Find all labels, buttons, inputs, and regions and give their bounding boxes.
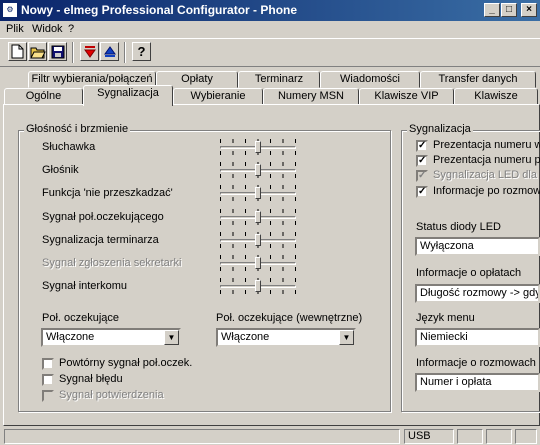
help-icon[interactable]: ? xyxy=(132,42,151,61)
slider-label: Sygnał poł.oczekującego xyxy=(42,211,164,223)
slider-thumb[interactable] xyxy=(255,257,261,269)
menu-language-label: Język menu xyxy=(416,312,475,324)
slider-thumb[interactable] xyxy=(255,187,261,199)
confirm-signal-label: Sygnał potwierdzenia xyxy=(59,389,164,401)
toolbar-separator xyxy=(124,42,126,63)
volume-slider[interactable] xyxy=(220,162,296,178)
waiting-call-value: Włączone xyxy=(46,331,95,343)
tab-wiadomosci[interactable]: Wiadomości xyxy=(320,71,420,88)
slider-thumb[interactable] xyxy=(255,234,261,246)
status-cell-main xyxy=(4,429,400,444)
charges-info-field[interactable]: Długość rozmowy -> gdy l xyxy=(415,284,540,303)
slider-label: Funkcja 'nie przeszkadzać' xyxy=(42,187,173,199)
menu-bar: Plik Widok ? xyxy=(0,21,540,38)
post-call-info-checkbox[interactable]: ✓ xyxy=(416,186,428,198)
slider-label: Słuchawka xyxy=(42,141,96,153)
led-status-label: Status diody LED xyxy=(416,221,501,233)
waiting-call-label: Poł. oczekujące xyxy=(42,312,120,324)
tab-klawisze-vip[interactable]: Klawisze VIP xyxy=(359,88,454,105)
call-info-field[interactable]: Numer i opłata xyxy=(415,373,540,392)
slider-thumb[interactable] xyxy=(255,164,261,176)
tab-terminarz[interactable]: Terminarz xyxy=(238,71,320,88)
tab-numery-msn[interactable]: Numery MSN xyxy=(263,88,359,105)
save-disk-icon[interactable] xyxy=(48,42,67,61)
download-arrow-icon[interactable] xyxy=(80,42,99,61)
status-cell xyxy=(486,429,512,444)
tab-sygnalizacja[interactable]: Sygnalizacja xyxy=(83,85,173,106)
status-bar: USB xyxy=(0,428,540,445)
menu-language-field[interactable]: Niemiecki xyxy=(415,328,540,347)
slider-thumb[interactable] xyxy=(255,211,261,223)
led-status-field[interactable]: Wyłączona xyxy=(415,237,540,256)
volume-slider[interactable] xyxy=(220,255,296,271)
volume-slider[interactable] xyxy=(220,278,296,294)
slider-label: Sygnał zgłoszenia sekretarki xyxy=(42,257,182,269)
chevron-down-icon[interactable]: ▼ xyxy=(164,330,179,345)
slider-label: Sygnał interkomu xyxy=(42,280,127,292)
signaling-group-title: Sygnalizacja xyxy=(407,123,473,135)
caller-id-out-checkbox[interactable]: ✓ xyxy=(416,140,428,152)
slider-thumb[interactable] xyxy=(255,280,261,292)
new-document-icon[interactable] xyxy=(8,42,27,61)
slider-thumb[interactable] xyxy=(255,141,261,153)
charges-info-label: Informacje o opłatach xyxy=(416,267,522,279)
volume-group-title: Głośność i brzmienie xyxy=(24,123,131,135)
volume-slider[interactable] xyxy=(220,139,296,155)
status-connection: USB xyxy=(404,429,454,444)
maximize-button[interactable]: □ xyxy=(501,3,517,17)
volume-slider[interactable] xyxy=(220,232,296,248)
toolbar: ? xyxy=(0,38,540,67)
window-title: Nowy - elmeg Professional Configurator -… xyxy=(21,3,298,17)
status-cell xyxy=(515,429,537,444)
repeat-waiting-signal-label: Powtórny sygnał poł.oczek. xyxy=(59,357,193,369)
status-cell xyxy=(457,429,483,444)
tab-transfer[interactable]: Transfer danych xyxy=(420,71,536,88)
tab-wybieranie[interactable]: Wybieranie xyxy=(173,88,263,105)
menu-widok[interactable]: Widok xyxy=(32,23,63,35)
led-signaling-checkbox[interactable]: ✓ xyxy=(416,170,428,182)
slider-label: Sygnalizacja terminarza xyxy=(42,234,159,246)
volume-slider[interactable] xyxy=(220,209,296,225)
caller-id-in-label: Prezentacja numeru pr xyxy=(433,154,540,166)
caller-id-in-checkbox[interactable]: ✓ xyxy=(416,155,428,167)
tab-ogolne[interactable]: Ogólne xyxy=(4,88,83,105)
tab-klawisze[interactable]: Klawisze xyxy=(454,88,538,105)
waiting-call-select[interactable]: Włączone ▼ xyxy=(41,328,181,347)
app-icon: ⚙ xyxy=(3,3,17,17)
led-signaling-label: Sygnalizacja LED dla li xyxy=(433,169,540,181)
repeat-waiting-signal-checkbox[interactable] xyxy=(42,358,54,370)
slider-label: Głośnik xyxy=(42,164,79,176)
post-call-info-label: Informacje po rozmowie xyxy=(433,185,540,197)
toolbar-separator xyxy=(72,42,74,63)
open-folder-icon[interactable] xyxy=(28,42,47,61)
close-button[interactable]: × xyxy=(521,3,537,17)
minimize-button[interactable]: _ xyxy=(484,3,500,17)
waiting-call-internal-select[interactable]: Włączone ▼ xyxy=(216,328,356,347)
volume-slider[interactable] xyxy=(220,185,296,201)
caller-id-out-label: Prezentacja numeru wy xyxy=(433,139,540,151)
call-info-label: Informacje o rozmowach xyxy=(416,357,536,369)
error-signal-checkbox[interactable] xyxy=(42,374,54,386)
confirm-signal-checkbox[interactable] xyxy=(42,390,54,402)
chevron-down-icon[interactable]: ▼ xyxy=(339,330,354,345)
waiting-call-internal-label: Poł. oczekujące (wewnętrzne) xyxy=(216,312,363,324)
waiting-call-internal-value: Włączone xyxy=(221,331,270,343)
upload-arrow-icon[interactable] xyxy=(100,42,119,61)
title-bar[interactable]: ⚙ Nowy - elmeg Professional Configurator… xyxy=(0,0,540,21)
menu-plik[interactable]: Plik xyxy=(6,23,24,35)
menu-help[interactable]: ? xyxy=(68,23,74,35)
error-signal-label: Sygnał błędu xyxy=(59,373,123,385)
